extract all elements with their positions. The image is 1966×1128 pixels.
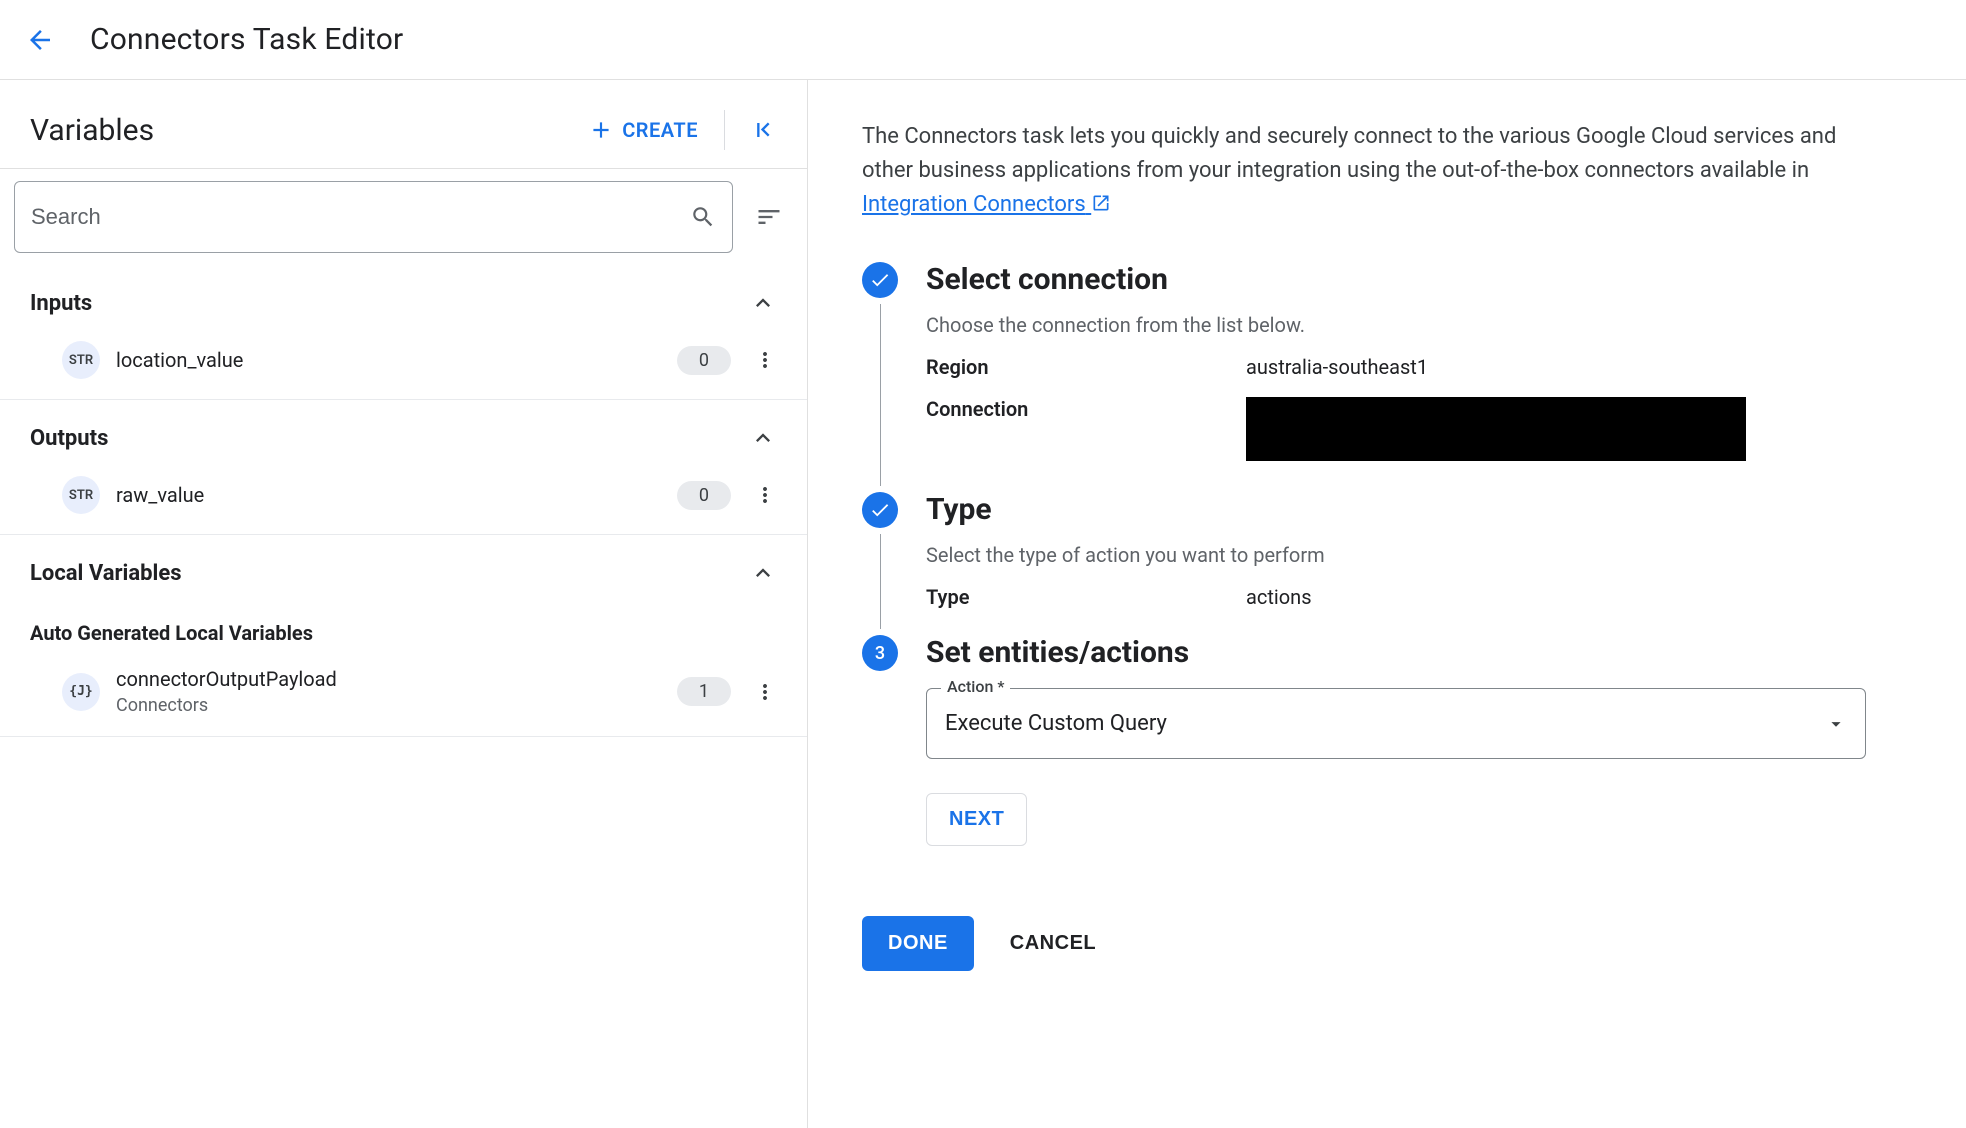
collapse-local[interactable] <box>749 559 777 587</box>
row-more-button[interactable] <box>747 342 783 378</box>
outputs-title: Outputs <box>30 426 108 451</box>
action-field-label: Action * <box>941 677 1010 696</box>
step1-title: Select connection <box>926 262 1912 297</box>
usage-count-badge: 1 <box>677 677 731 706</box>
action-field-value: Execute Custom Query <box>945 711 1825 736</box>
step2-sub: Select the type of action you want to pe… <box>926 543 1912 567</box>
variable-name: raw_value <box>116 483 204 507</box>
intro-text: The Connectors task lets you quickly and… <box>862 120 1872 222</box>
inputs-title: Inputs <box>30 291 92 316</box>
more-vert-icon <box>753 348 777 372</box>
variable-name: location_value <box>116 348 243 372</box>
row-more-button[interactable] <box>747 674 783 710</box>
variables-panel: Variables CREATE <box>0 80 808 1128</box>
more-vert-icon <box>753 483 777 507</box>
check-icon <box>869 269 891 291</box>
step-select-connection: Select connection Choose the connection … <box>862 262 1912 492</box>
chevron-up-icon <box>749 424 777 452</box>
connection-label: Connection <box>926 397 1246 466</box>
step3-title: Set entities/actions <box>926 635 1912 670</box>
back-button[interactable] <box>20 20 60 60</box>
create-button[interactable]: CREATE <box>580 111 706 149</box>
page-title: Connectors Task Editor <box>90 22 403 57</box>
local-title: Local Variables <box>30 561 182 586</box>
app-header: Connectors Task Editor <box>0 0 1966 80</box>
chevron-up-icon <box>749 289 777 317</box>
usage-count-badge: 0 <box>677 346 731 375</box>
done-button[interactable]: DONE <box>862 916 974 971</box>
auto-generated-subhead: Auto Generated Local Variables <box>0 597 807 653</box>
step-set-entities-actions: 3 Set entities/actions Action * Execute … <box>862 635 1912 872</box>
variables-title: Variables <box>30 113 154 148</box>
variable-row[interactable]: STR raw_value 0 <box>0 462 807 534</box>
type-chip-json: {J} <box>62 673 100 711</box>
search-icon <box>690 204 716 230</box>
create-label: CREATE <box>622 118 698 142</box>
check-icon <box>869 499 891 521</box>
step2-title: Type <box>926 492 1912 527</box>
collapse-panel-button[interactable] <box>743 110 783 150</box>
next-button[interactable]: NEXT <box>926 793 1027 846</box>
step-badge-done <box>862 492 898 528</box>
divider <box>724 110 725 150</box>
step-badge-number: 3 <box>862 635 898 671</box>
step-badge-done <box>862 262 898 298</box>
row-more-button[interactable] <box>747 477 783 513</box>
section-outputs: Outputs STR raw_value 0 <box>0 400 807 535</box>
chevron-up-icon <box>749 559 777 587</box>
type-chip-str: STR <box>62 476 100 514</box>
section-local-variables: Local Variables Auto Generated Local Var… <box>0 535 807 737</box>
filter-button[interactable] <box>749 197 789 237</box>
type-chip-str: STR <box>62 341 100 379</box>
variable-name: connectorOutputPayload <box>116 667 337 691</box>
filter-list-icon <box>755 203 783 231</box>
plus-icon <box>588 117 614 143</box>
collapse-inputs[interactable] <box>749 289 777 317</box>
cancel-button[interactable]: CANCEL <box>1010 932 1096 955</box>
type-label: Type <box>926 585 1246 609</box>
usage-count-badge: 0 <box>677 481 731 510</box>
connection-value-redacted <box>1246 397 1746 461</box>
task-config-panel: The Connectors task lets you quickly and… <box>808 80 1966 1128</box>
dropdown-arrow-icon <box>1825 713 1847 735</box>
collapse-left-icon <box>749 116 777 144</box>
step1-sub: Choose the connection from the list belo… <box>926 313 1912 337</box>
open-in-new-icon <box>1091 193 1111 213</box>
action-dropdown[interactable]: Action * Execute Custom Query <box>926 688 1866 759</box>
variable-row[interactable]: STR location_value 0 <box>0 327 807 399</box>
search-input[interactable] <box>31 204 690 230</box>
arrow-left-icon <box>25 25 55 55</box>
region-value: australia-southeast1 <box>1246 355 1912 379</box>
search-input-wrap[interactable] <box>14 181 733 253</box>
variable-row[interactable]: {J} connectorOutputPayload Connectors 1 <box>0 653 807 736</box>
integration-connectors-link[interactable]: Integration Connectors <box>862 192 1111 217</box>
collapse-outputs[interactable] <box>749 424 777 452</box>
step-type: Type Select the type of action you want … <box>862 492 1912 635</box>
type-value: actions <box>1246 585 1912 609</box>
section-inputs: Inputs STR location_value 0 <box>0 265 807 400</box>
variable-subtext: Connectors <box>116 695 337 716</box>
more-vert-icon <box>753 680 777 704</box>
region-label: Region <box>926 355 1246 379</box>
